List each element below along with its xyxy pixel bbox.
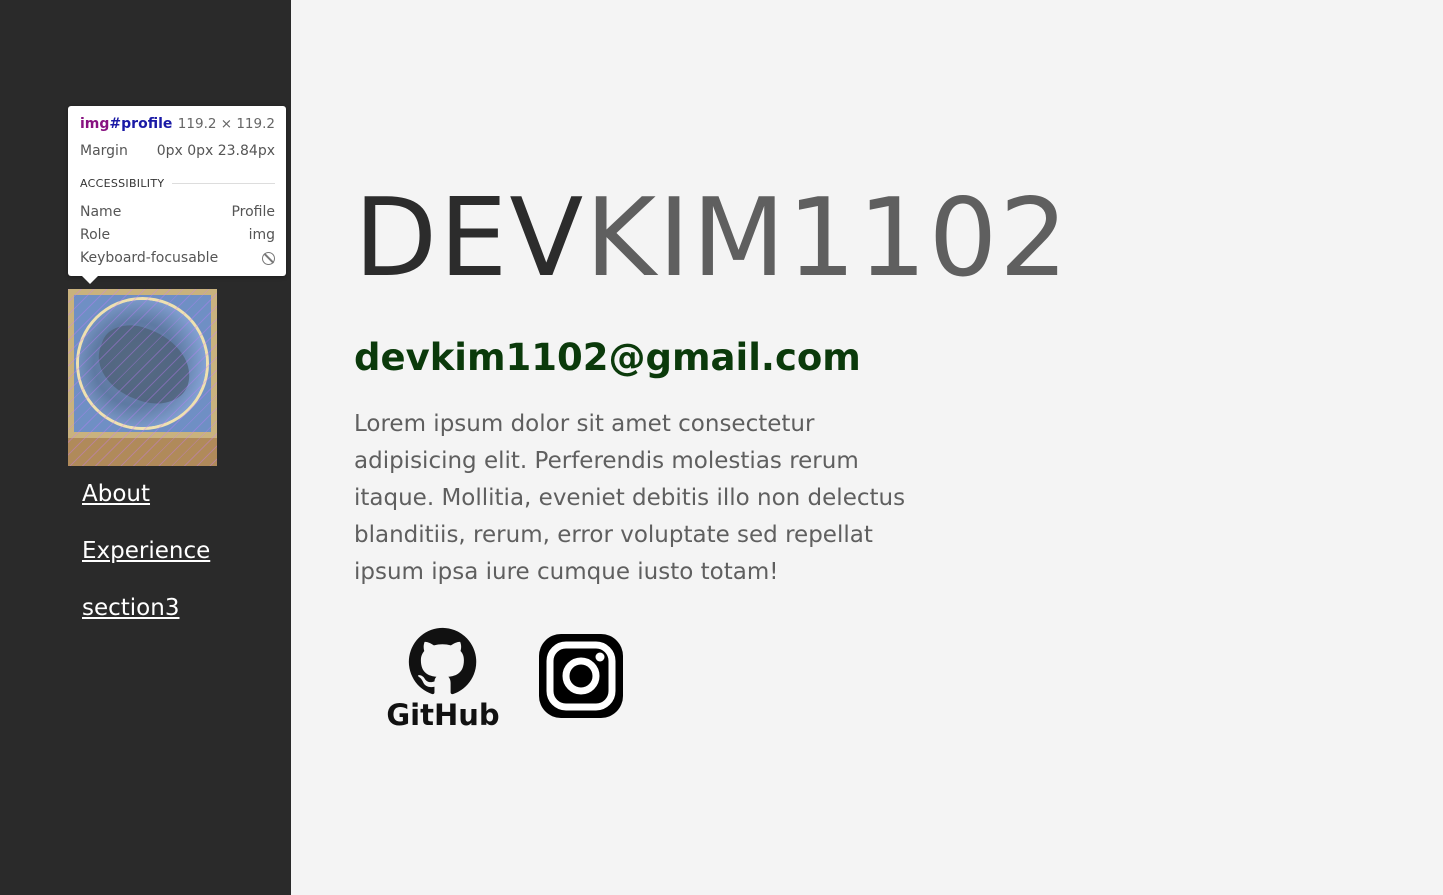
devtools-inspect-tooltip: img#profile 119.2 × 119.2 Margin 0px 0px… xyxy=(68,106,286,284)
hatch-overlay xyxy=(68,289,217,466)
page-title: DEVKIM1102 xyxy=(354,179,1070,299)
tooltip-margin-label: Margin xyxy=(80,143,128,159)
title-dark-part: DEV xyxy=(354,176,586,301)
tooltip-element-selector: img#profile xyxy=(80,116,173,132)
tooltip-name-value: Profile xyxy=(231,204,275,220)
tooltip-dimensions: 119.2 × 119.2 xyxy=(177,116,275,132)
github-link[interactable]: GitHub xyxy=(386,625,500,732)
nav-link-experience[interactable]: Experience xyxy=(82,538,210,564)
profile-image-highlight xyxy=(68,289,217,466)
tooltip-header: img#profile 119.2 × 119.2 xyxy=(80,116,275,132)
github-icon: GitHub xyxy=(386,627,500,732)
not-allowed-icon xyxy=(262,251,275,265)
instagram-icon xyxy=(539,634,623,718)
divider xyxy=(172,183,275,184)
tooltip-role-value: img xyxy=(248,227,275,243)
tooltip-margin-value: 0px 0px 23.84px xyxy=(156,143,275,159)
instagram-link[interactable] xyxy=(537,632,625,720)
tooltip-name-row: Name Profile xyxy=(80,204,275,220)
email-address: devkim1102@gmail.com xyxy=(354,336,861,379)
tooltip-role-row: Role img xyxy=(80,227,275,243)
tooltip-name-label: Name xyxy=(80,204,122,220)
github-wordmark: GitHub xyxy=(387,698,499,730)
tooltip-focusable-row: Keyboard-focusable xyxy=(80,250,275,266)
tooltip-margin-row: Margin 0px 0px 23.84px xyxy=(80,143,275,159)
nav-link-section3[interactable]: section3 xyxy=(82,595,179,621)
intro-description: Lorem ipsum dolor sit amet consectetur a… xyxy=(354,411,906,585)
tooltip-focusable-label: Keyboard-focusable xyxy=(80,250,219,266)
tooltip-accessibility-heading: ACCESSIBILITY xyxy=(80,177,275,190)
tooltip-role-label: Role xyxy=(80,227,111,243)
nav-link-about[interactable]: About xyxy=(82,481,150,507)
title-light-part: KIM1102 xyxy=(585,176,1070,301)
